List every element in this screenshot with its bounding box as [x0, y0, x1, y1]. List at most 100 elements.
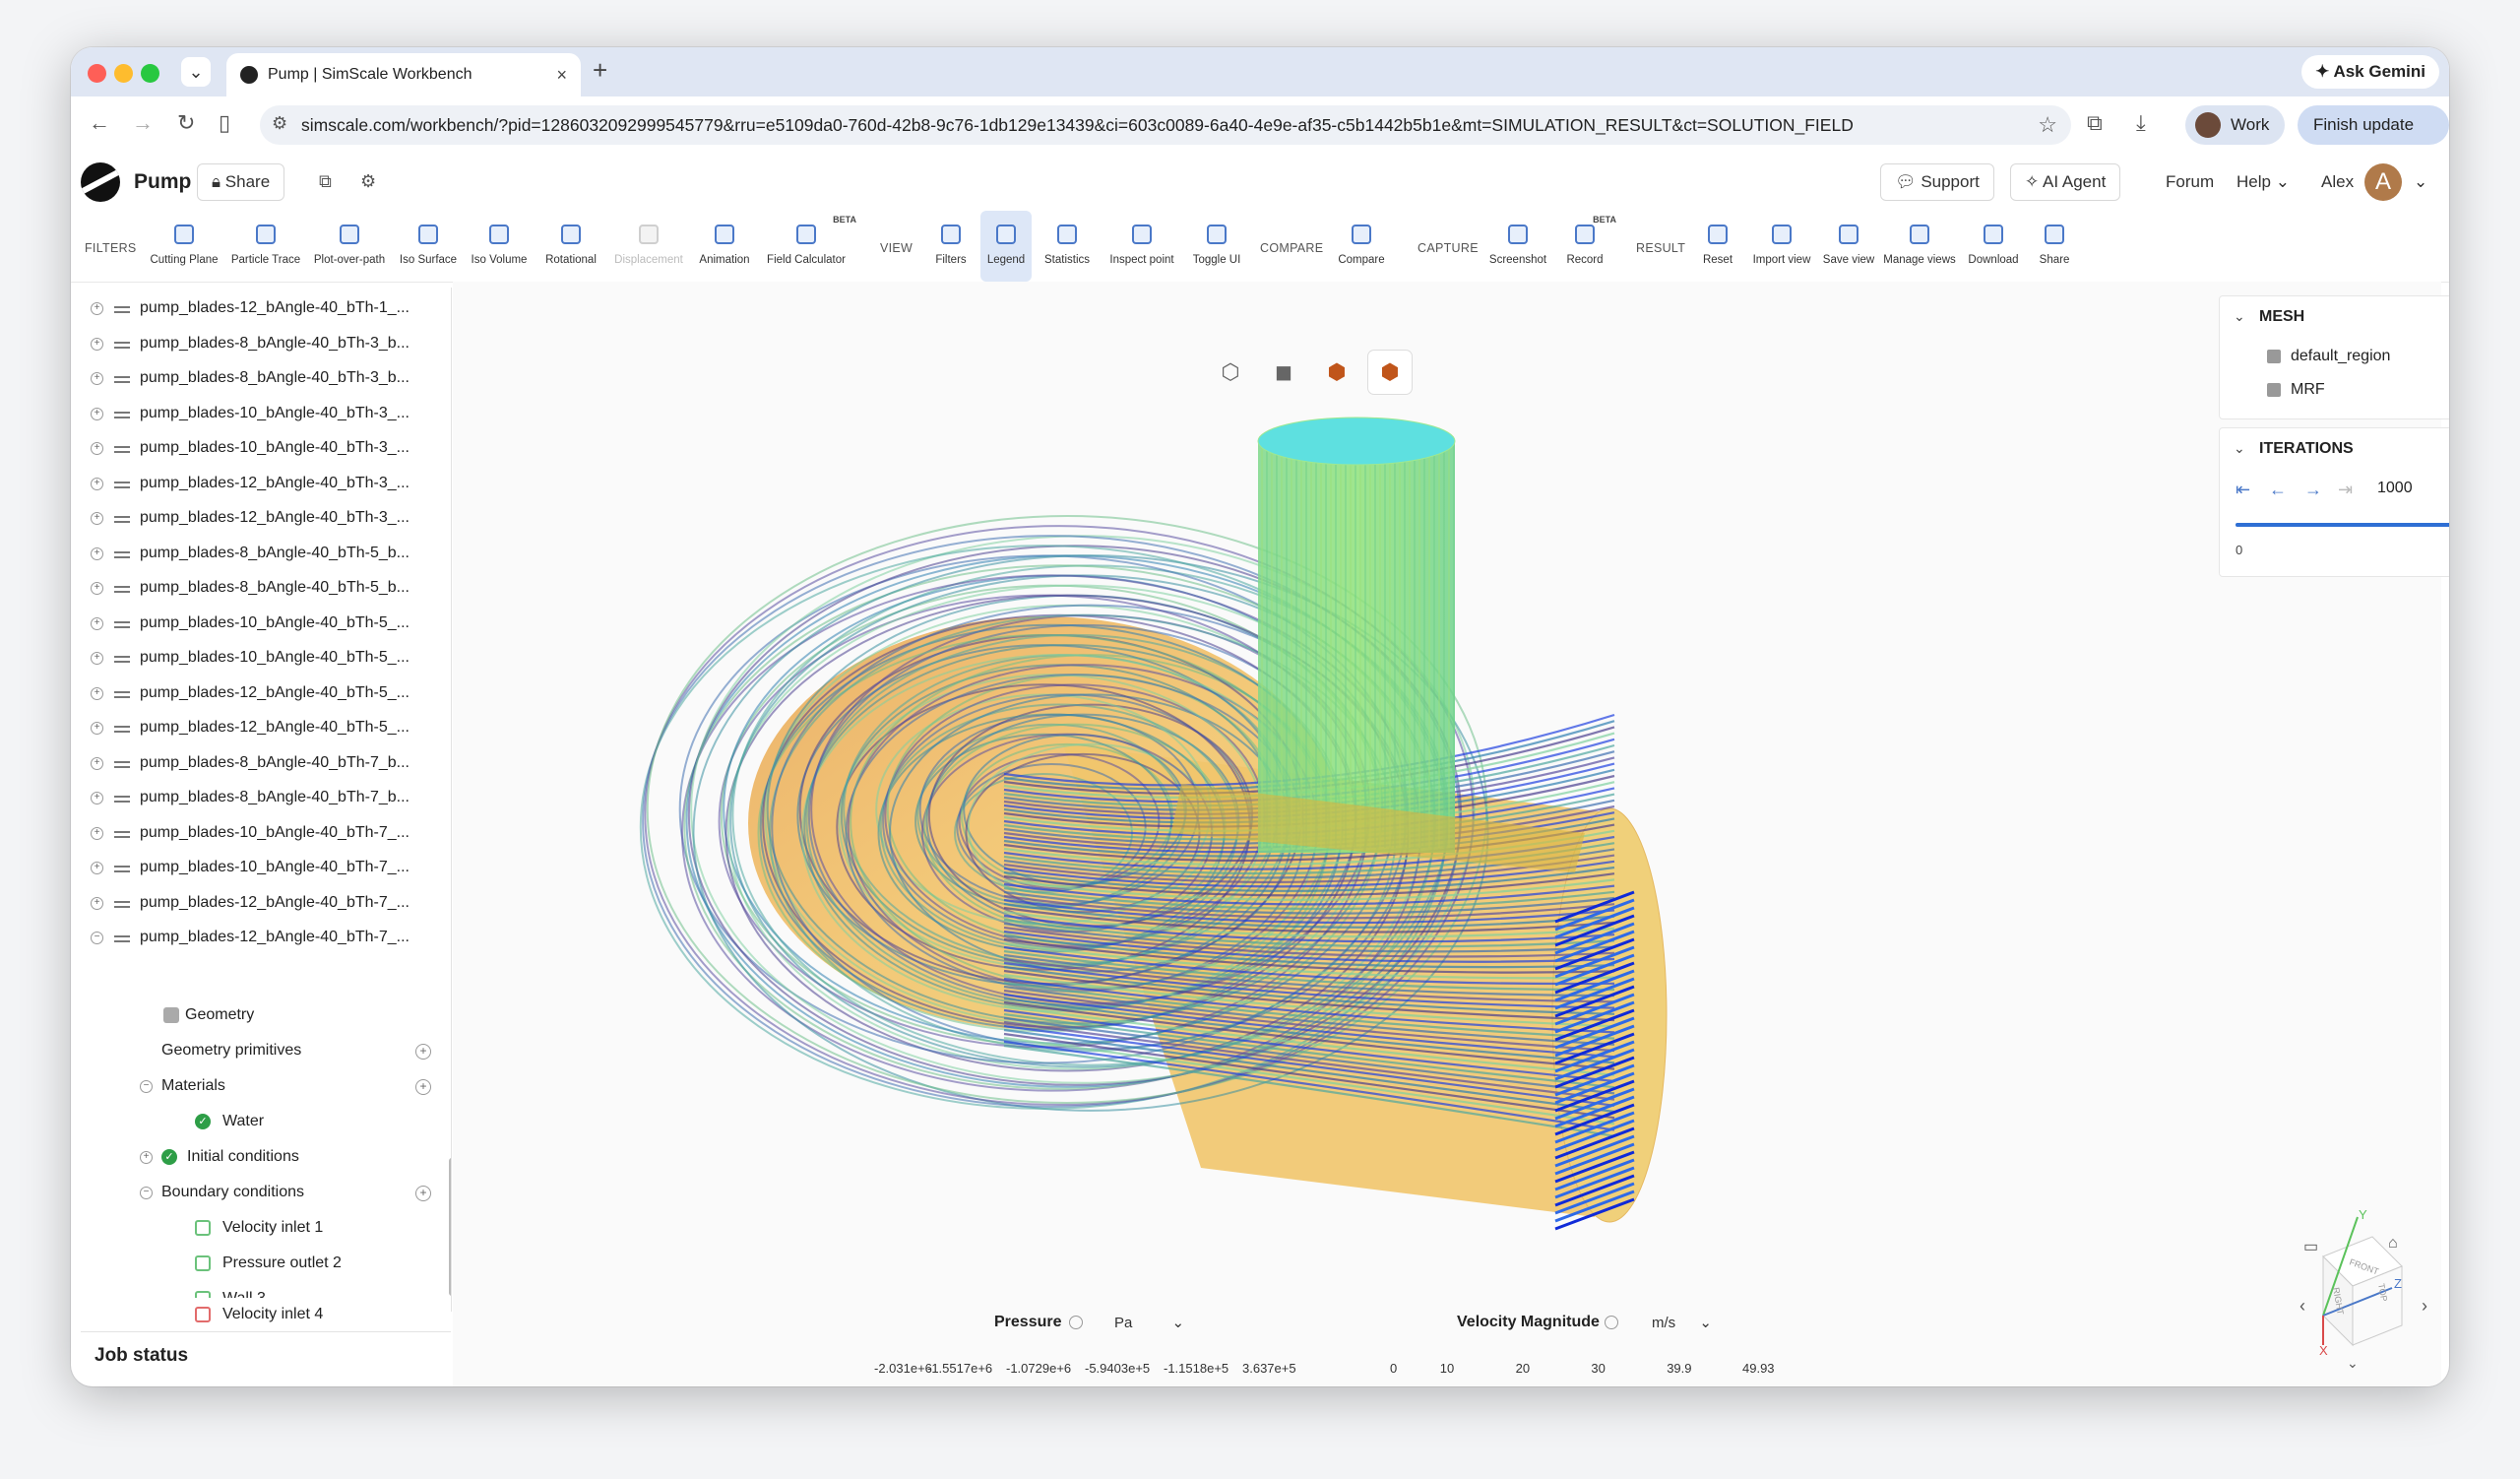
- expand-icon[interactable]: +: [91, 547, 103, 560]
- job-status-panel[interactable]: Job status: [81, 1331, 451, 1379]
- camera-icon[interactable]: ▭: [2303, 1237, 2318, 1256]
- expand-icon[interactable]: +: [91, 616, 103, 630]
- field-calculator-button[interactable]: BETA Field Calculator: [760, 211, 856, 282]
- copy-icon[interactable]: ⧉: [319, 171, 332, 192]
- collapse-icon[interactable]: −: [140, 1080, 153, 1093]
- run-row[interactable]: + pump_blades-10_bAngle-40_bTh-3_...: [81, 431, 451, 465]
- tree-velocity-inlet-1[interactable]: Velocity inlet 1: [81, 1211, 451, 1245]
- rotate-left-icon[interactable]: ‹: [2300, 1296, 2305, 1317]
- add-circle-icon[interactable]: +: [415, 1186, 431, 1201]
- save-view-button[interactable]: Save view: [1819, 211, 1878, 282]
- particle-trace-button[interactable]: Particle Trace: [226, 211, 305, 282]
- expand-icon[interactable]: +: [91, 652, 103, 665]
- screenshot-button[interactable]: Screenshot: [1480, 211, 1555, 282]
- simscale-logo[interactable]: [81, 162, 120, 202]
- velocity-legend-menu-icon[interactable]: [1605, 1316, 1618, 1329]
- record-button[interactable]: BETA Record: [1557, 211, 1616, 282]
- first-iteration-icon[interactable]: ⇤: [2236, 480, 2250, 500]
- mesh-item-mrf[interactable]: MRF: [2291, 381, 2325, 399]
- expand-icon[interactable]: +: [91, 582, 103, 595]
- tree-initial-conditions[interactable]: + ✓ Initial conditions: [81, 1140, 451, 1174]
- velocity-unit-select[interactable]: m/s ⌄: [1652, 1314, 1712, 1331]
- ask-gemini-button[interactable]: ✦ Ask Gemini: [2301, 55, 2439, 89]
- share-result-button[interactable]: Share: [2028, 211, 2081, 282]
- user-avatar[interactable]: A: [2364, 163, 2402, 201]
- tree-geometry[interactable]: Geometry: [81, 998, 451, 1032]
- plot-over-path-button[interactable]: Plot-over-path: [307, 211, 392, 282]
- active-tab[interactable]: Pump | SimScale Workbench ×: [226, 53, 581, 96]
- finish-update-button[interactable]: Finish update ⋮: [2298, 105, 2449, 173]
- toggle-ui-button[interactable]: Toggle UI: [1185, 211, 1248, 282]
- expand-icon[interactable]: +: [140, 1151, 153, 1164]
- user-menu-chevron-icon[interactable]: ⌄: [2414, 172, 2427, 192]
- site-info-icon[interactable]: ⚙: [272, 113, 287, 134]
- run-row[interactable]: + pump_blades-10_bAngle-40_bTh-5_...: [81, 607, 451, 640]
- pressure-unit-select[interactable]: Pa ⌄: [1114, 1314, 1184, 1331]
- run-row[interactable]: + pump_blades-8_bAngle-40_bTh-3_b...: [81, 361, 451, 395]
- close-window-button[interactable]: [88, 64, 106, 83]
- tab-close-icon[interactable]: ×: [556, 53, 567, 96]
- help-menu[interactable]: Help ⌄: [2236, 172, 2290, 192]
- run-row[interactable]: + pump_blades-8_bAngle-40_bTh-5_b...: [81, 571, 451, 605]
- extensions-icon[interactable]: ⧉: [2087, 110, 2103, 136]
- expand-icon[interactable]: +: [91, 512, 103, 525]
- expand-icon[interactable]: +: [91, 792, 103, 804]
- expand-icon[interactable]: +: [91, 826, 103, 840]
- run-row[interactable]: + pump_blades-8_bAngle-40_bTh-3_b...: [81, 327, 451, 360]
- expand-icon[interactable]: +: [91, 337, 103, 351]
- download-result-button[interactable]: Download: [1961, 211, 2026, 282]
- download-icon[interactable]: ⤓: [2136, 110, 2146, 136]
- new-tab-button[interactable]: +: [593, 55, 607, 86]
- back-arrow-icon[interactable]: ←: [89, 110, 110, 136]
- expand-icon[interactable]: +: [91, 407, 103, 420]
- prev-iteration-icon[interactable]: ←: [2269, 480, 2287, 500]
- pressure-legend-menu-icon[interactable]: [1069, 1316, 1083, 1329]
- 3d-viewport[interactable]: ⬡ ◼ ⬢ ⬢ Y Z X FRONT RIGHT TOP ▭ ⌂ ‹ › ⌄ …: [453, 282, 2441, 1386]
- rotate-down-icon[interactable]: ⌄: [2347, 1355, 2359, 1372]
- tree-water[interactable]: ✓ Water: [81, 1105, 451, 1138]
- expand-icon[interactable]: +: [91, 722, 103, 735]
- sidebar-toggle-icon[interactable]: ▯: [219, 110, 230, 136]
- expand-icon[interactable]: −: [91, 932, 103, 944]
- chevron-down-icon[interactable]: ⌄: [2234, 308, 2245, 325]
- expand-icon[interactable]: +: [91, 896, 103, 910]
- expand-icon[interactable]: +: [91, 477, 103, 490]
- forward-arrow-icon[interactable]: →: [132, 110, 154, 136]
- maximize-window-button[interactable]: [141, 64, 159, 83]
- statistics-button[interactable]: Statistics: [1036, 211, 1099, 282]
- ai-agent-button[interactable]: ✧ AI Agent: [2010, 163, 2121, 201]
- tab-search-button[interactable]: ⌄: [181, 57, 211, 87]
- support-button[interactable]: 💬︎ Support: [1880, 163, 1994, 201]
- run-row[interactable]: + pump_blades-12_bAngle-40_bTh-5_...: [81, 676, 451, 710]
- bookmark-star-icon[interactable]: ☆: [2038, 112, 2057, 138]
- iso-surface-button[interactable]: Iso Surface: [394, 211, 463, 282]
- expand-icon[interactable]: +: [91, 862, 103, 874]
- cutting-plane-button[interactable]: Cutting Plane: [142, 211, 226, 282]
- add-circle-icon[interactable]: +: [415, 1044, 431, 1060]
- run-row[interactable]: + pump_blades-12_bAngle-40_bTh-3_...: [81, 467, 451, 500]
- tree-materials[interactable]: − Materials +: [81, 1069, 451, 1103]
- manage-views-button[interactable]: Manage views: [1880, 211, 1959, 282]
- url-field[interactable]: ⚙ simscale.com/workbench/?pid=1286032092…: [260, 105, 2071, 145]
- run-row[interactable]: + pump_blades-12_bAngle-40_bTh-1_...: [81, 291, 451, 325]
- expand-icon[interactable]: +: [91, 756, 103, 770]
- next-iteration-icon[interactable]: →: [2304, 480, 2322, 500]
- expand-icon[interactable]: +: [91, 442, 103, 455]
- collapse-icon[interactable]: −: [140, 1187, 153, 1199]
- home-icon[interactable]: ⌂: [2388, 1235, 2398, 1253]
- tree-scrollbar[interactable]: [449, 1158, 451, 1296]
- forum-link[interactable]: Forum: [2166, 172, 2214, 192]
- expand-icon[interactable]: +: [91, 302, 103, 315]
- inspect-point-button[interactable]: Inspect point: [1101, 211, 1183, 282]
- expand-icon[interactable]: +: [91, 372, 103, 385]
- run-row[interactable]: − pump_blades-12_bAngle-40_bTh-7_...: [81, 921, 451, 954]
- minimize-window-button[interactable]: [114, 64, 133, 83]
- run-row[interactable]: + pump_blades-10_bAngle-40_bTh-3_...: [81, 397, 451, 430]
- orientation-cube[interactable]: Y Z X FRONT RIGHT TOP: [2284, 1207, 2431, 1355]
- perspective-cube-icon[interactable]: ⬡: [1209, 351, 1252, 394]
- import-view-button[interactable]: Import view: [1746, 211, 1817, 282]
- run-row[interactable]: + pump_blades-12_bAngle-40_bTh-5_...: [81, 711, 451, 744]
- filters-view-button[interactable]: Filters: [923, 211, 978, 282]
- share-button[interactable]: 🔒︎ Share: [197, 163, 285, 201]
- last-iteration-icon[interactable]: ⇥: [2338, 480, 2353, 500]
